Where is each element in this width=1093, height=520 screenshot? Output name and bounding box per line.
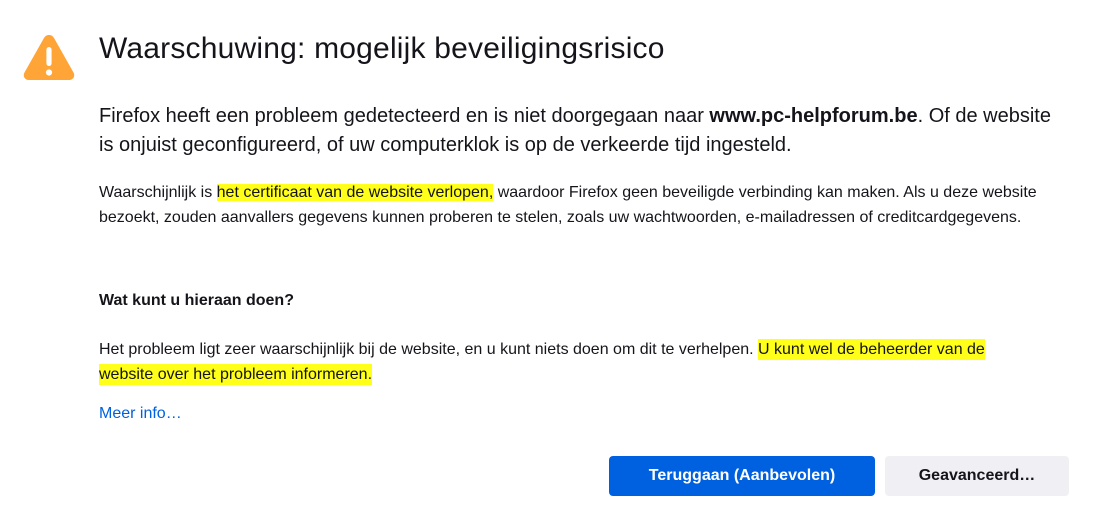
highlighted-certificate-expired: het certificaat van de website verlopen,	[216, 184, 494, 201]
error-detail-text: Waarschijnlijk is het certificaat van de…	[99, 180, 1074, 230]
advanced-button[interactable]: Geavanceerd…	[885, 456, 1069, 496]
what-to-do-text: Het probleem ligt zeer waarschijnlijk bi…	[99, 337, 1019, 387]
detail-text-before: Waarschijnlijk is	[99, 184, 217, 201]
site-domain: www.pc-helpforum.be	[709, 105, 918, 127]
what-to-do-heading: Wat kunt u hieraan doen?	[99, 292, 294, 309]
more-info-link[interactable]: Meer info…	[99, 405, 182, 423]
warning-triangle-icon	[23, 35, 75, 80]
intro-text-before: Firefox heeft een probleem gedetecteerd …	[99, 105, 710, 127]
intro-text: Firefox heeft een probleem gedetecteerd …	[99, 102, 1069, 160]
advice-text-before: Het probleem ligt zeer waarschijnlijk bi…	[99, 341, 759, 358]
page-title: Waarschuwing: mogelijk beveiligingsrisic…	[99, 32, 665, 65]
go-back-button[interactable]: Teruggaan (Aanbevolen)	[609, 456, 875, 496]
